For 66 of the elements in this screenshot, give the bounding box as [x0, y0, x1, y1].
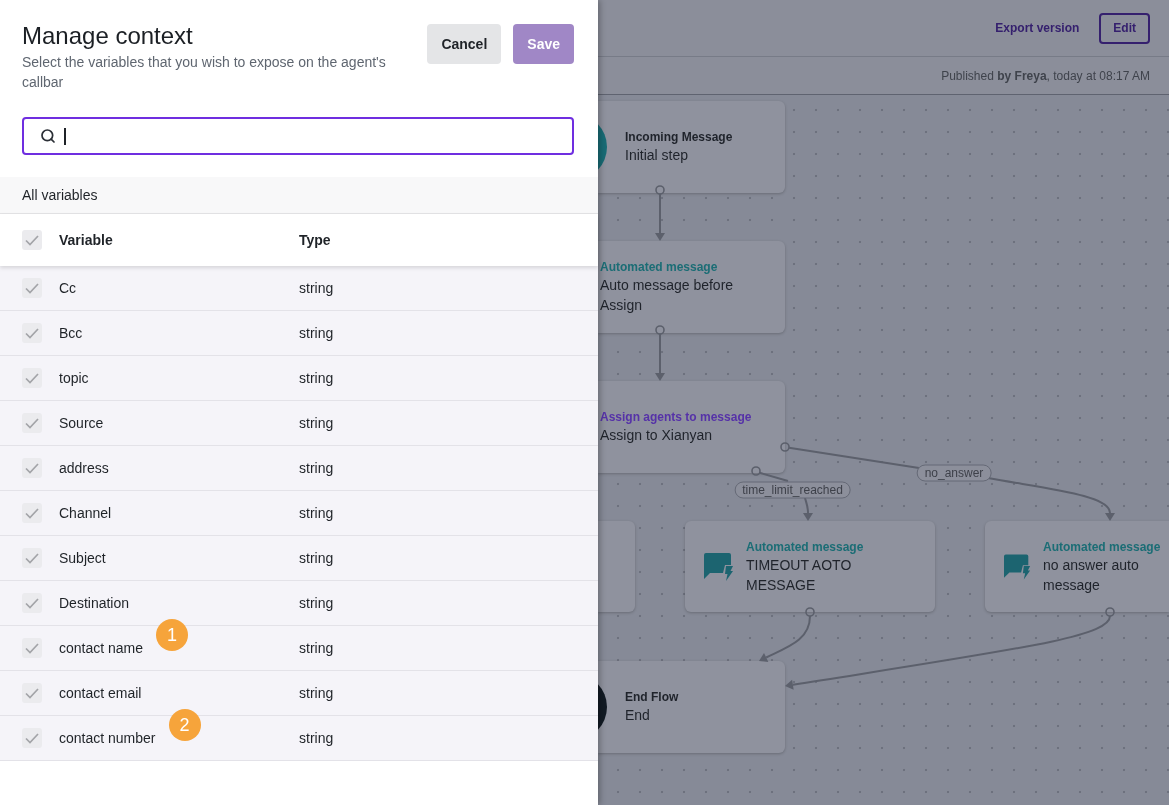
- variable-type: string: [299, 369, 335, 387]
- variable-name: Destination: [59, 595, 130, 611]
- checkbox[interactable]: [22, 368, 42, 388]
- variable-name: Source: [59, 415, 104, 431]
- checkbox[interactable]: [22, 278, 42, 298]
- variable-name: address: [59, 460, 109, 476]
- node-category: Assign agents to message: [600, 409, 752, 425]
- node-title: Auto message before Assign: [600, 276, 735, 315]
- variable-name: Bcc: [59, 325, 83, 341]
- variable-name: contact name: [59, 640, 144, 656]
- variable-type: string: [299, 504, 335, 522]
- cancel-button[interactable]: Cancel: [427, 24, 502, 64]
- checkbox[interactable]: [22, 728, 42, 748]
- connector-arrow: [655, 325, 665, 381]
- node-title: Assign to Xianyan: [600, 426, 714, 445]
- variable-name: Subject: [59, 550, 106, 566]
- published-info: Published by Freya, today at 08:17 AM: [941, 68, 1150, 83]
- toolbar-button[interactable]: Edit: [1099, 12, 1150, 44]
- checkbox[interactable]: [22, 683, 42, 703]
- checkbox[interactable]: [22, 548, 42, 568]
- column-header: Type: [299, 232, 332, 248]
- text-cursor-icon: [64, 127, 66, 145]
- dialog-subtitle: Select the variables that you wish to expose on the agent's callbar: [22, 53, 387, 92]
- search-icon: [40, 128, 56, 144]
- variable-type: string: [299, 279, 335, 297]
- variable-name: topic: [59, 370, 89, 386]
- variable-type: string: [299, 594, 335, 612]
- variable-name: contact number: [59, 730, 156, 746]
- node-category: End Flow: [625, 689, 679, 705]
- checkbox[interactable]: [22, 230, 42, 250]
- variable-type: string: [299, 729, 335, 747]
- toolbar-link[interactable]: Export version: [995, 21, 1080, 35]
- edge-label: no_answer: [916, 464, 992, 481]
- variable-type: string: [299, 459, 335, 477]
- node-category: Automated message: [600, 259, 719, 275]
- checkbox[interactable]: [22, 323, 42, 343]
- checkbox[interactable]: [22, 638, 42, 658]
- variable-name: contact email: [59, 685, 142, 701]
- column-header: Variable: [59, 232, 114, 248]
- checkbox[interactable]: [22, 413, 42, 433]
- variable-type: string: [299, 684, 335, 702]
- edge-label: time_limit_reached: [734, 481, 851, 498]
- dialog-title: Manage context: [22, 22, 194, 50]
- connector-arrow: [655, 185, 665, 241]
- node-title: Initial step: [625, 146, 690, 165]
- node-title: End: [625, 706, 651, 725]
- chat-bolt-icon: [704, 552, 734, 581]
- variable-type: string: [299, 414, 335, 432]
- node-category: Automated message: [746, 538, 865, 555]
- chat-bolt-icon: [1004, 552, 1031, 581]
- node-title: TIMEOUT AOTO MESSAGE: [746, 555, 853, 595]
- node-title: no answer auto message: [1043, 555, 1140, 595]
- step-marker: 2: [168, 709, 201, 741]
- variable-name: Channel: [59, 505, 112, 521]
- checkbox[interactable]: [22, 458, 42, 478]
- section-title: All variables: [22, 187, 98, 203]
- search-field[interactable]: [22, 117, 574, 155]
- checkbox[interactable]: [22, 593, 42, 613]
- variable-type: string: [299, 324, 335, 342]
- node-category: Incoming Message: [625, 129, 733, 145]
- node-category: Automated message: [1043, 538, 1162, 555]
- variable-type: string: [299, 639, 335, 657]
- step-marker: 1: [156, 619, 189, 651]
- variable-type: string: [299, 549, 335, 567]
- checkbox[interactable]: [22, 503, 42, 523]
- variable-name: Cc: [59, 280, 77, 296]
